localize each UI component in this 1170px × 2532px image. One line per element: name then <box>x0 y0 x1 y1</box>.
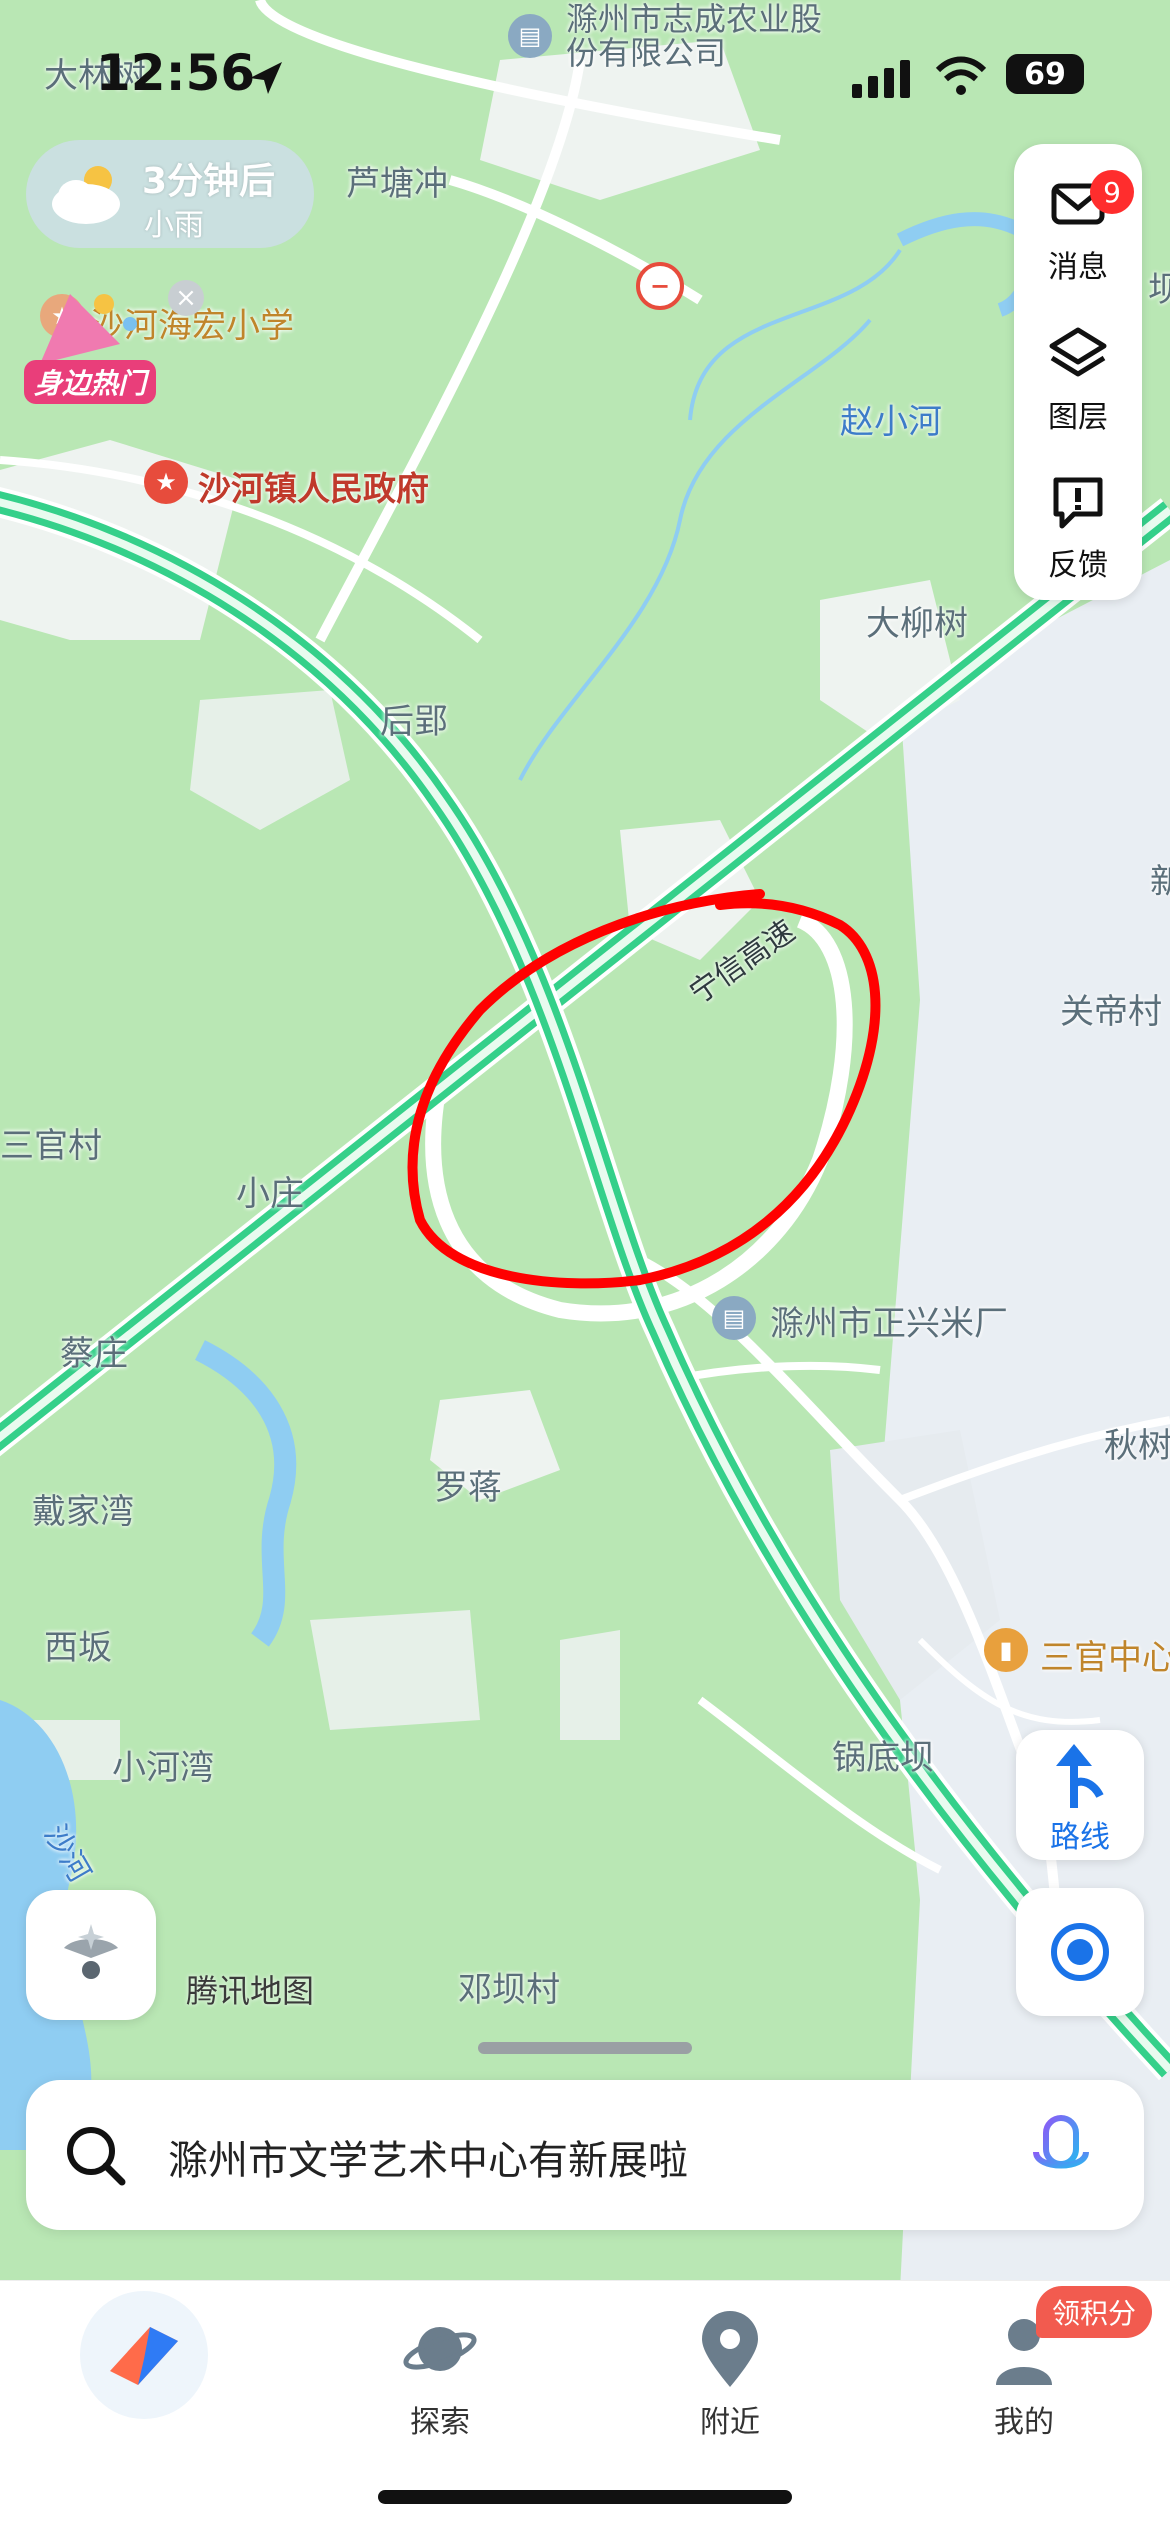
layers-label: 图层 <box>1048 400 1108 435</box>
weather-widget[interactable]: 3分钟后 小雨 <box>26 140 314 248</box>
tab-nearby-label: 附近 <box>700 2405 760 2440</box>
route-label: 路线 <box>1050 1820 1110 1855</box>
party-popper-icon[interactable] <box>30 284 150 368</box>
sparkle-location-icon <box>64 1924 118 1979</box>
map-label: 小庄 <box>236 1174 304 1214</box>
planet-icon <box>403 2327 477 2371</box>
drag-handle[interactable] <box>478 2042 692 2054</box>
home-indicator <box>378 2490 792 2504</box>
tab-home[interactable] <box>66 2281 226 2431</box>
map-label: 秋树 <box>1104 1426 1170 1466</box>
tab-nearby[interactable]: 附近 <box>650 2301 810 2451</box>
layers-button[interactable]: 图层 <box>1014 304 1142 444</box>
tab-profile-label: 我的 <box>994 2405 1054 2440</box>
ai-assistant-button[interactable] <box>26 1890 156 2020</box>
status-bar: 12:56 69 <box>0 0 1170 140</box>
gov-pin-icon[interactable]: ★ <box>144 460 188 504</box>
tab-explore[interactable]: 探索 <box>360 2301 520 2451</box>
messages-label: 消息 <box>1048 250 1108 285</box>
tab-explore-label: 探索 <box>410 2405 470 2440</box>
map-label: 西坂 <box>44 1628 112 1668</box>
rain-cloud-icon <box>52 166 120 224</box>
map-label: 锅底坝 <box>832 1738 934 1778</box>
ricemill-pin-icon[interactable]: ▤ <box>712 1296 756 1340</box>
map-tools-panel: 9 消息 图层 反馈 <box>1014 144 1142 600</box>
map-label: 关帝村 <box>1060 992 1162 1032</box>
locate-button[interactable] <box>1016 1888 1144 2016</box>
map-label: 戴家湾 <box>32 1492 134 1532</box>
center-pin-icon[interactable]: ▮ <box>984 1628 1028 1672</box>
map-label: 赵小河 <box>840 402 942 442</box>
map-label: 三官村 <box>0 1126 102 1166</box>
poi-ricemill-label[interactable]: 滁州市正兴米厂 <box>770 1296 1008 1345</box>
map-label: 坝 <box>1148 270 1170 310</box>
location-pin-icon <box>702 2311 758 2387</box>
map-label: 大柳树 <box>866 604 968 644</box>
earn-points-badge[interactable]: 领积分 <box>1036 2286 1152 2338</box>
search-icon <box>67 2127 126 2186</box>
layers-icon <box>1049 327 1107 377</box>
feedback-button[interactable]: 反馈 <box>1014 452 1142 592</box>
poi-center-label[interactable]: 三官中心 <box>1040 1630 1170 1679</box>
wifi-icon <box>935 56 987 95</box>
feedback-label: 反馈 <box>1048 548 1108 583</box>
home-compass-icon <box>110 2327 178 2385</box>
route-arrow-icon <box>1056 1744 1104 1808</box>
location-arrow-icon <box>250 62 282 94</box>
no-entry-icon: − <box>636 262 684 310</box>
weather-time: 3分钟后 <box>142 161 276 202</box>
status-time: 12:56 <box>96 44 256 102</box>
close-icon[interactable]: × <box>168 280 204 316</box>
map-label: 芦塘冲 <box>346 164 448 204</box>
search-input[interactable]: 滁州市文学艺术中心有新展啦 <box>168 2128 688 2186</box>
hot-nearby-badge[interactable]: 身边热门 <box>24 360 156 404</box>
map-view[interactable]: 大林树 ▤ 滁州市志成农业股份有限公司 芦塘冲 − ★ 沙河海宏小学 ★ 沙河镇… <box>0 0 1170 2290</box>
map-label: 蔡庄 <box>60 1334 128 1374</box>
locate-icon <box>1051 1923 1109 1981</box>
signal-icon <box>852 60 910 98</box>
feedback-icon <box>1053 477 1103 529</box>
microphone-icon[interactable] <box>1032 2114 1090 2196</box>
map-label: 罗蒋 <box>434 1468 502 1508</box>
weather-condition: 小雨 <box>144 208 204 243</box>
map-label: 小河湾 <box>112 1748 214 1788</box>
screen: 大林树 ▤ 滁州市志成农业股份有限公司 芦塘冲 − ★ 沙河海宏小学 ★ 沙河镇… <box>0 0 1170 2532</box>
messages-button[interactable]: 9 消息 <box>1014 154 1142 294</box>
battery-indicator: 69 <box>1006 54 1084 94</box>
message-count-badge: 9 <box>1090 170 1134 214</box>
map-label: 邓坝村 <box>458 1970 560 2010</box>
search-bar[interactable]: 滁州市文学艺术中心有新展啦 <box>26 2080 1144 2230</box>
route-button[interactable]: 路线 <box>1016 1730 1144 1860</box>
poi-gov-label[interactable]: 沙河镇人民政府 <box>198 462 429 510</box>
map-label: 新 <box>1150 862 1170 902</box>
map-provider-logo: 腾讯地图 <box>186 1972 315 2010</box>
map-label: 后郢 <box>380 702 448 742</box>
